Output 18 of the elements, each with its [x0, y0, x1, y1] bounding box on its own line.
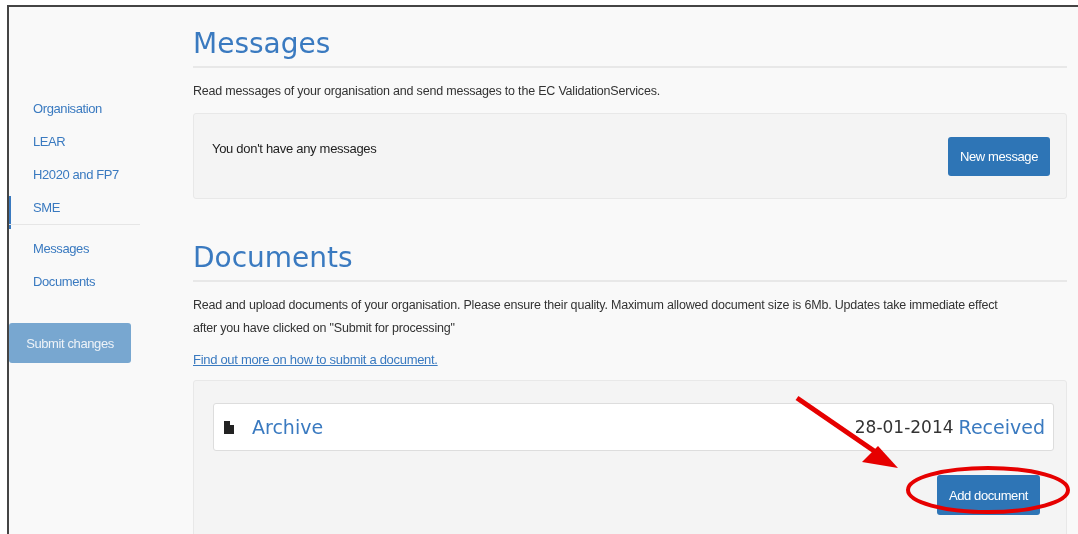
new-message-button[interactable]: New message [948, 137, 1050, 176]
document-link[interactable]: Archive [252, 416, 324, 438]
section-description: Read and upload documents of your organisation. Please ensure their quality. Maximum allowed document size is 6Mb. Updates take immediate effect after you have clicked on "Submit for processing" [193, 297, 999, 337]
sidebar-link[interactable]: Documents [9, 270, 140, 303]
sidebar-link[interactable]: LEAR [9, 130, 140, 163]
section-title: Messages [193, 27, 1067, 68]
sidebar-link[interactable]: Organisation [9, 97, 140, 130]
document-status: Received [958, 416, 1045, 438]
section-title: Documents [193, 241, 1067, 282]
file-icon [224, 420, 234, 434]
help-link[interactable]: Find out more on how to submit a document. [193, 352, 438, 367]
sidebar-link[interactable]: Messages [9, 237, 140, 270]
sidebar-link[interactable]: SME [9, 196, 140, 229]
empty-messages-text: You don't have any messages [212, 141, 377, 156]
section-description: Read messages of your organisation and send messages to the EC ValidationServices. [193, 83, 661, 100]
document-date: 28-01-2014 [854, 417, 954, 437]
sidebar-link[interactable]: H2020 and FP7 [9, 163, 140, 196]
add-document-button[interactable]: Add document [936, 475, 1040, 515]
